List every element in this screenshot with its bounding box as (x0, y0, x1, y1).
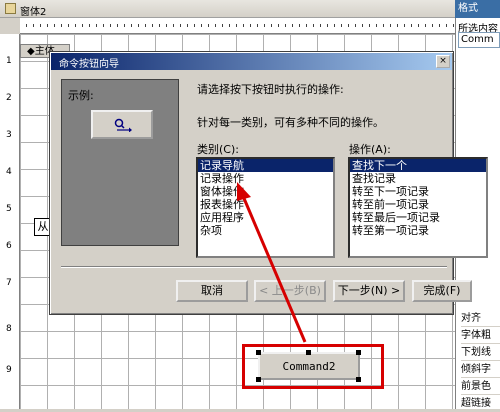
action-item[interactable]: 查找记录 (350, 172, 486, 185)
property-row[interactable]: 对齐 (461, 310, 500, 327)
category-item[interactable]: 杂项 (198, 224, 333, 237)
categories-label: 类别(C): (197, 143, 239, 156)
action-item[interactable]: 转至第一项记录 (350, 224, 486, 237)
category-item[interactable]: 记录导航 (198, 159, 333, 172)
annotation-highlight-box (242, 344, 384, 389)
next-button[interactable]: 下一步(N) > (333, 280, 405, 302)
category-item[interactable]: 窗体操作 (198, 185, 333, 198)
finish-button[interactable]: 完成(F) (412, 280, 472, 302)
sample-preview-button (91, 110, 153, 139)
ruler-number: 6 (6, 241, 12, 251)
ruler-number: 4 (6, 167, 12, 177)
ruler-number: 7 (6, 278, 12, 288)
category-item[interactable]: 应用程序 (198, 211, 333, 224)
ruler-number: 8 (6, 324, 12, 334)
horizontal-ruler (20, 18, 455, 34)
property-object-combo[interactable]: Comm (458, 32, 500, 48)
dialog-separator (61, 266, 447, 268)
form-icon (5, 3, 16, 14)
ruler-number: 5 (6, 204, 12, 214)
ruler-number: 3 (6, 130, 12, 140)
ruler-number: 1 (6, 56, 12, 66)
action-item[interactable]: 查找下一个 (350, 159, 486, 172)
hint-text: 针对每一类别，可有多种不同的操作。 (197, 116, 384, 129)
categories-listbox[interactable]: 记录导航 记录操作 窗体操作 报表操作 应用程序 杂项 (196, 157, 335, 258)
action-item[interactable]: 转至下一项记录 (350, 185, 486, 198)
sample-preview-panel (61, 79, 179, 246)
actions-label: 操作(A): (349, 143, 391, 156)
form-title: 窗体2 (20, 7, 47, 18)
property-row[interactable]: 前景色 (461, 378, 500, 395)
property-row[interactable]: 下划线 (461, 344, 500, 361)
property-row[interactable]: 倾斜字 (461, 361, 500, 378)
action-item[interactable]: 转至最后一项记录 (350, 211, 486, 224)
cancel-button[interactable]: 取消 (176, 280, 248, 302)
category-item[interactable]: 报表操作 (198, 198, 333, 211)
instruction-text: 请选择按下按钮时执行的操作: (197, 83, 344, 96)
property-panel-title: 格式 (455, 0, 500, 18)
ruler-number: 2 (6, 93, 12, 103)
dialog-title: 命令按钮向导 (59, 59, 119, 70)
property-row[interactable]: 字体粗 (461, 327, 500, 344)
actions-listbox[interactable]: 查找下一个 查找记录 转至下一项记录 转至前一项记录 转至最后一项记录 转至第一… (348, 157, 488, 258)
ruler-number: 9 (6, 365, 12, 375)
category-item[interactable]: 记录操作 (198, 172, 333, 185)
previous-button[interactable]: < 上一步(B) (254, 280, 326, 302)
find-next-icon (114, 118, 132, 132)
action-item[interactable]: 转至前一项记录 (350, 198, 486, 211)
sample-label: 示例: (68, 89, 94, 102)
vertical-ruler: 1 2 3 4 5 6 7 8 9 (0, 34, 20, 409)
form-titlebar (0, 0, 455, 18)
property-row[interactable]: 超链接 (461, 395, 500, 412)
close-icon[interactable]: × (436, 55, 450, 68)
